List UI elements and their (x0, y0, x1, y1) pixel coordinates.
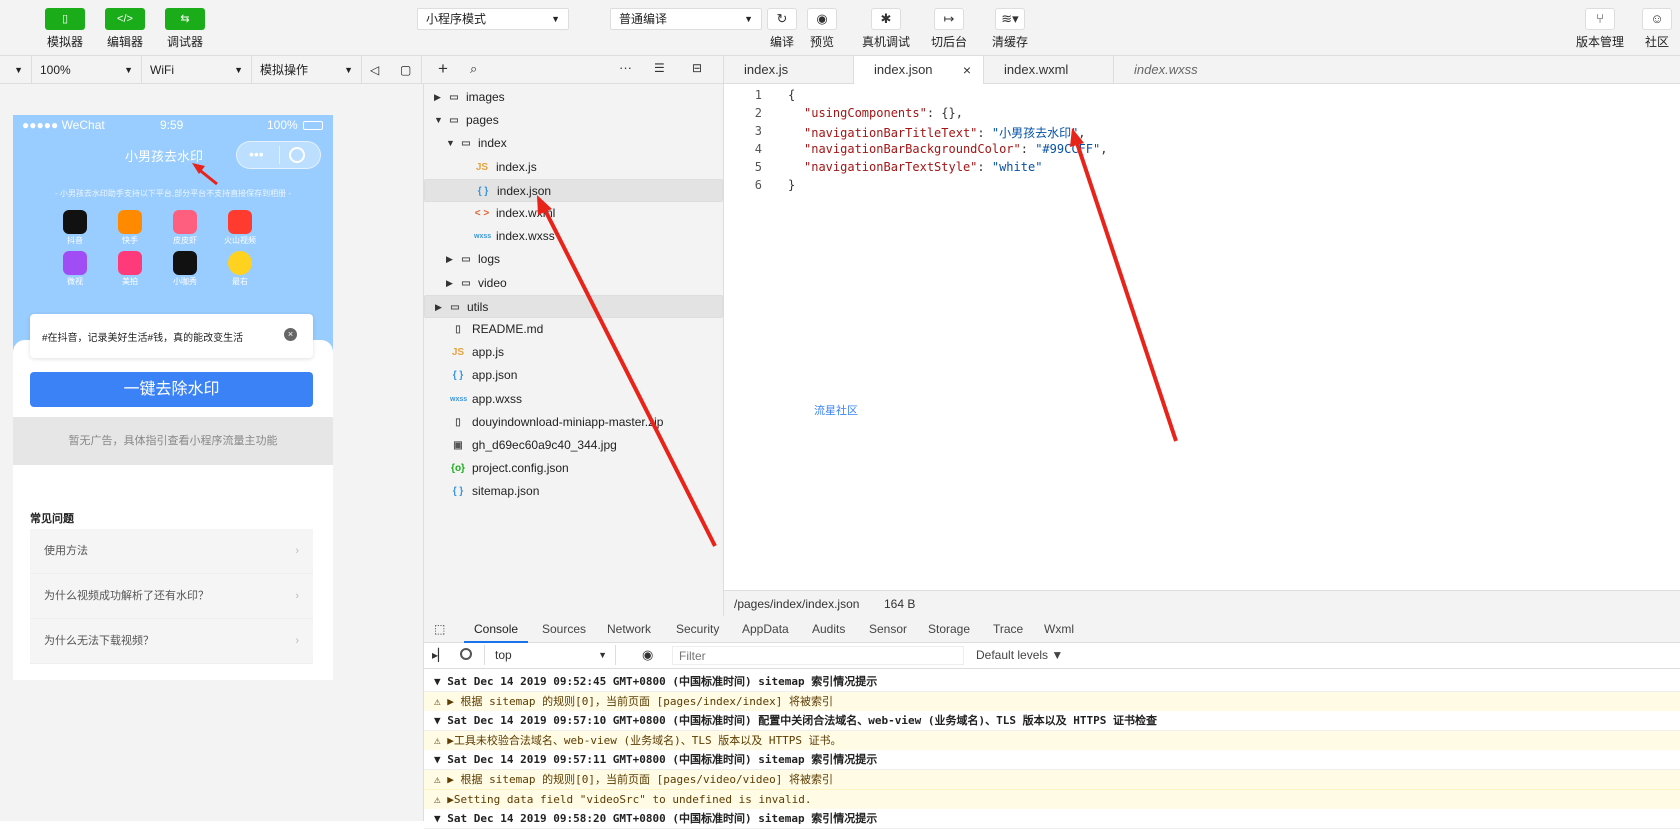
arrow-title-text (1070, 128, 1178, 442)
annotation-arrows (192, 128, 1178, 547)
arrow-nav-title (192, 163, 218, 186)
arrow-index-json (537, 195, 717, 547)
